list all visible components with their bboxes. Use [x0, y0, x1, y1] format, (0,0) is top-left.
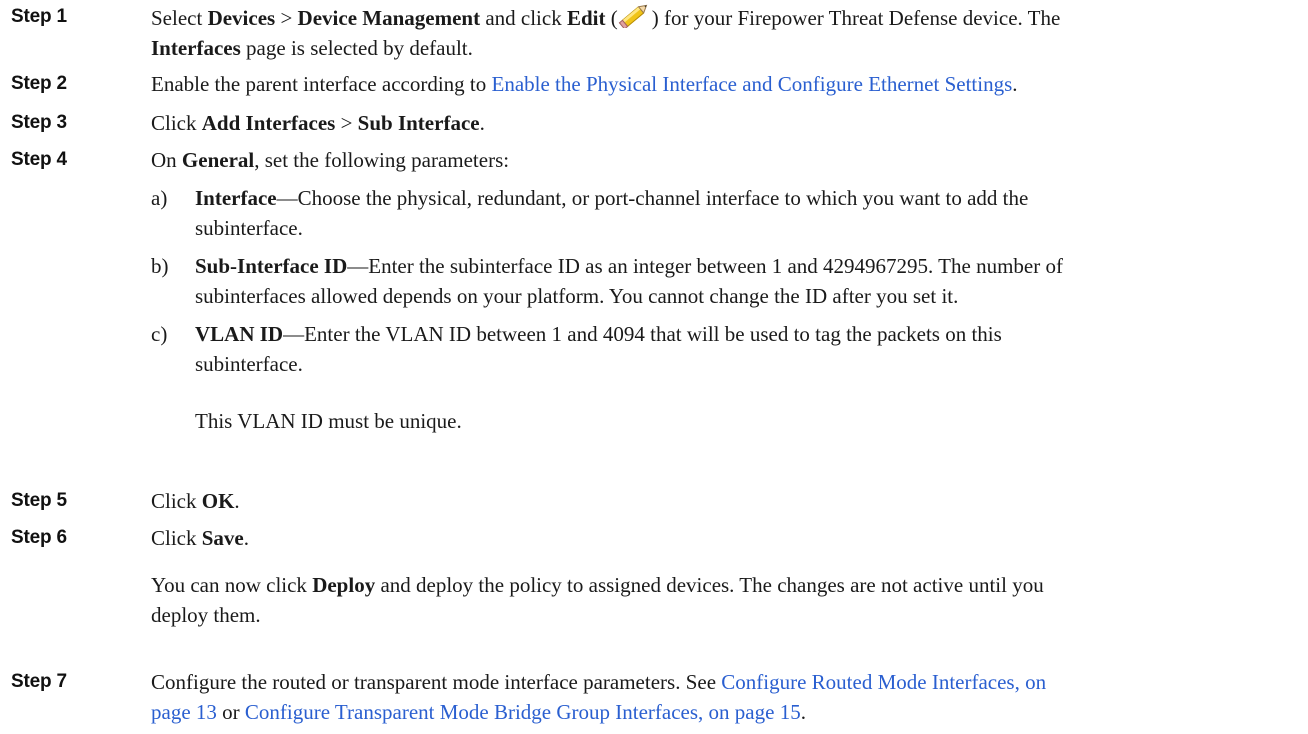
procedure-page: Step 1 Select Devices > Device Managemen…	[0, 0, 1308, 734]
step-label: Step 5	[11, 490, 67, 511]
step-text: On General, set the following parameters…	[151, 148, 510, 172]
link-routed-mode-interfaces[interactable]: Configure Routed Mode Interfaces, on	[721, 670, 1046, 694]
link-enable-physical-interface[interactable]: Enable the Physical Interface and Config…	[492, 72, 1013, 96]
pencil-icon	[618, 2, 652, 30]
step-text: Click Save.	[151, 526, 249, 550]
step-text: Click Add Interfaces > Sub Interface.	[151, 111, 485, 135]
step-label: Step 1	[11, 6, 67, 27]
step-label: Step 4	[11, 149, 67, 170]
substep-c: c) VLAN ID—Enter the VLAN ID between 1 a…	[151, 322, 1002, 376]
step-text: Select Devices > Device Management and c…	[151, 2, 1281, 63]
step-text: Enable the parent interface according to…	[151, 72, 1018, 96]
step-label: Step 6	[11, 527, 67, 548]
step-text: Configure the routed or transparent mode…	[151, 670, 1047, 724]
deploy-paragraph: You can now click Deploy and deploy the …	[151, 573, 1044, 627]
link-routed-mode-page[interactable]: page 13	[151, 700, 217, 724]
substep-b: b) Sub-Interface ID—Enter the subinterfa…	[151, 254, 1063, 308]
substep-a: a) Interface—Choose the physical, redund…	[151, 186, 1029, 240]
step-label: Step 3	[11, 112, 67, 133]
step-label: Step 7	[11, 671, 67, 692]
substep-list: a) Interface—Choose the physical, redund…	[151, 183, 1286, 379]
vlan-note: This VLAN ID must be unique.	[195, 409, 462, 433]
step-text: Click OK.	[151, 489, 240, 513]
link-transparent-mode-interfaces[interactable]: Configure Transparent Mode Bridge Group …	[245, 700, 801, 724]
step-label: Step 2	[11, 73, 67, 94]
